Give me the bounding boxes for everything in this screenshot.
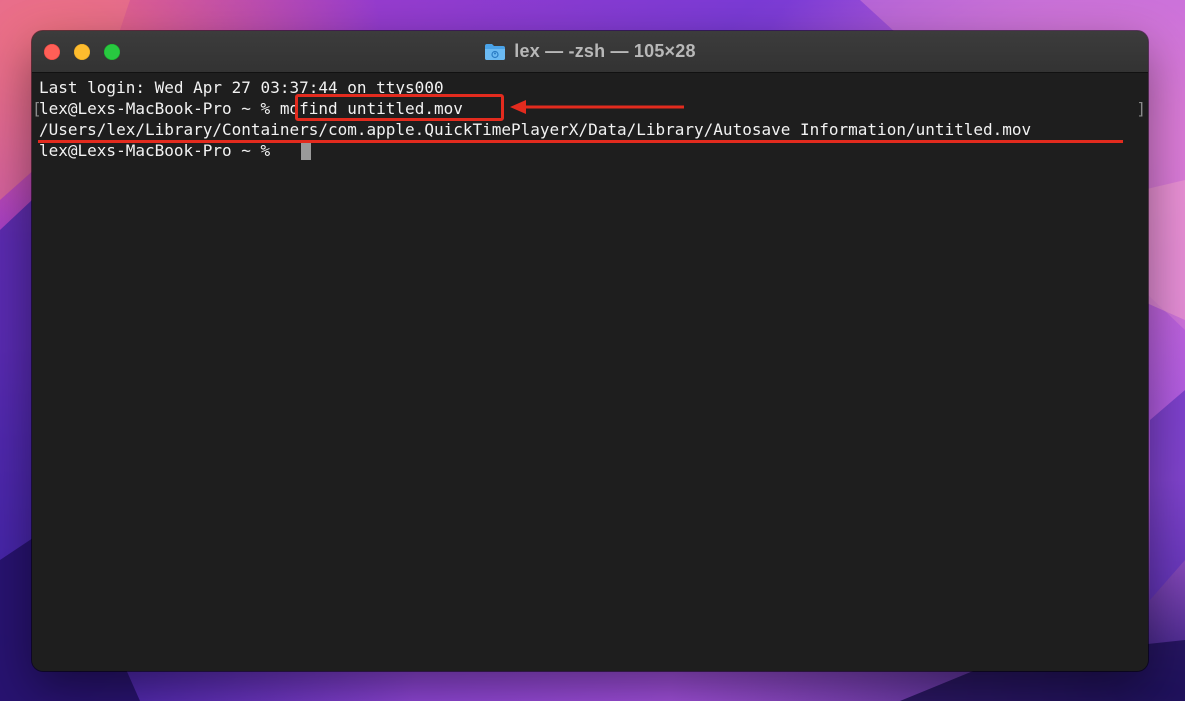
result-underline [38, 140, 1123, 143]
current-prompt-line: lex@Lexs-MacBook-Pro ~ % [39, 141, 280, 160]
prompt: lex@Lexs-MacBook-Pro ~ % [39, 99, 280, 118]
text-cursor [301, 142, 311, 160]
terminal-content[interactable]: Last login: Wed Apr 27 03:37:44 on ttys0… [32, 73, 1148, 671]
title-area: lex — -zsh — 105×28 [32, 31, 1148, 72]
window-title: lex — -zsh — 105×28 [514, 41, 696, 61]
folder-icon [485, 43, 506, 60]
command-highlight-box [295, 94, 504, 121]
annotation-arrow-icon [510, 100, 684, 114]
mark-bracket-right: ] [1136, 99, 1146, 118]
result-path-line: /Users/lex/Library/Containers/com.apple.… [39, 120, 1032, 139]
terminal-window[interactable]: lex — -zsh — 105×28 Last login: Wed Apr … [32, 31, 1148, 671]
title-bar[interactable]: lex — -zsh — 105×28 [32, 31, 1148, 73]
